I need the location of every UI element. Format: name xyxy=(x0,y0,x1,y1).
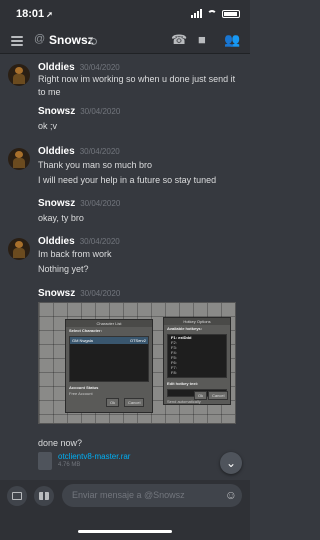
message-text: Im back from work xyxy=(38,249,112,259)
message-text: I will need your help in a future so sta… xyxy=(38,175,217,185)
message-list[interactable]: Olddies 30/04/2020 Right now im working s… xyxy=(0,54,250,480)
character-listbox: GM Nwgala OTServ2 xyxy=(69,336,149,382)
dm-header: @ Snowsz ☎ ■ 👥 xyxy=(0,28,250,54)
author-name[interactable]: Snowsz 30/04/2020 xyxy=(38,106,120,117)
message-text: Nothing yet? xyxy=(38,264,89,274)
message-text: done now? xyxy=(38,438,83,448)
members-icon[interactable]: 👥 xyxy=(224,32,240,48)
status-time: 18:01 ➚ xyxy=(16,8,53,20)
character-row: GM Nwgala OTServ2 xyxy=(70,337,148,344)
message-date: 30/04/2020 xyxy=(80,107,121,116)
video-call-icon[interactable]: ■ xyxy=(198,32,206,47)
cancel-button: Cancel xyxy=(124,398,145,407)
signal-icon xyxy=(191,9,202,18)
account-status-value: Free Account xyxy=(69,391,93,396)
message-input[interactable]: Enviar mensaje a @Snowsz ☺ xyxy=(62,484,242,507)
message-date: 30/04/2020 xyxy=(79,147,120,156)
image-attachment[interactable]: Character List Select Character: GM Nwga… xyxy=(38,302,236,424)
file-name-link[interactable]: otclientv8-master.rar xyxy=(58,452,130,461)
status-offline-icon xyxy=(90,38,97,45)
avatar[interactable] xyxy=(8,238,30,260)
dm-username: Snowsz xyxy=(49,33,94,47)
hotkey-row: F8: xyxy=(171,370,177,375)
select-character-label: Select Character: xyxy=(69,328,102,333)
message-text: okay, ty bro xyxy=(38,213,84,223)
ok-button: Ok xyxy=(194,391,208,400)
author-name[interactable]: Snowsz 30/04/2020 xyxy=(38,288,120,299)
file-icon xyxy=(38,452,52,470)
gift-icon xyxy=(39,492,49,500)
battery-icon xyxy=(222,9,240,18)
window-title: Hotkey Options xyxy=(164,318,230,325)
home-indicator xyxy=(78,530,172,533)
menu-icon[interactable] xyxy=(11,36,23,48)
location-arrow-icon: ➚ xyxy=(46,10,53,19)
emoji-icon[interactable]: ☺ xyxy=(225,488,237,502)
call-icon[interactable]: ☎ xyxy=(171,32,187,48)
system-icons xyxy=(191,9,240,18)
hotkey-listbox: F1: exiDdd F2: F3: F4: F5: F6: F7: F8: xyxy=(167,334,227,378)
character-list-window: Character List Select Character: GM Nwga… xyxy=(65,319,153,413)
chevron-down-icon: ⌄ xyxy=(225,456,237,470)
avatar[interactable] xyxy=(8,64,30,86)
message-text: Thank you man so much bro xyxy=(38,160,153,170)
attach-image-button[interactable] xyxy=(7,486,27,506)
available-hotkeys-label: Available hotkeys: xyxy=(167,326,202,331)
jump-to-bottom-button[interactable]: ⌄ xyxy=(220,452,242,474)
ok-button: Ok xyxy=(106,398,120,407)
gift-button[interactable] xyxy=(34,486,54,506)
message-date: 30/04/2020 xyxy=(79,237,120,246)
message-text: to me xyxy=(38,87,61,97)
cancel-button: Cancel xyxy=(208,391,229,400)
author-name[interactable]: Olddies 30/04/2020 xyxy=(38,236,120,247)
message-date: 30/04/2020 xyxy=(80,289,121,298)
author-name[interactable]: Snowsz 30/04/2020 xyxy=(38,198,120,209)
account-status-label: Account Status xyxy=(69,385,99,390)
wifi-icon xyxy=(207,9,217,18)
message-date: 30/04/2020 xyxy=(79,63,120,72)
author-name[interactable]: Olddies 30/04/2020 xyxy=(38,146,120,157)
message-input-placeholder: Enviar mensaje a @Snowsz xyxy=(72,490,185,500)
window-title: Character List xyxy=(66,320,152,327)
file-size: 4.76 MB xyxy=(58,462,81,468)
hotkey-options-window: Hotkey Options Available hotkeys: F1: ex… xyxy=(163,317,231,405)
at-icon: @ xyxy=(34,33,46,45)
message-composer: Enviar mensaje a @Snowsz ☺ xyxy=(0,480,250,540)
avatar[interactable] xyxy=(8,148,30,170)
message-text: ok ;v xyxy=(38,121,58,131)
status-bar: 18:01 ➚ xyxy=(0,0,250,28)
author-name[interactable]: Olddies 30/04/2020 xyxy=(38,62,120,73)
edit-hotkey-label: Edit hotkey text: xyxy=(167,381,199,386)
message-date: 30/04/2020 xyxy=(80,199,121,208)
image-icon xyxy=(12,492,22,500)
message-text: Right now im working so when u done just… xyxy=(38,74,236,84)
